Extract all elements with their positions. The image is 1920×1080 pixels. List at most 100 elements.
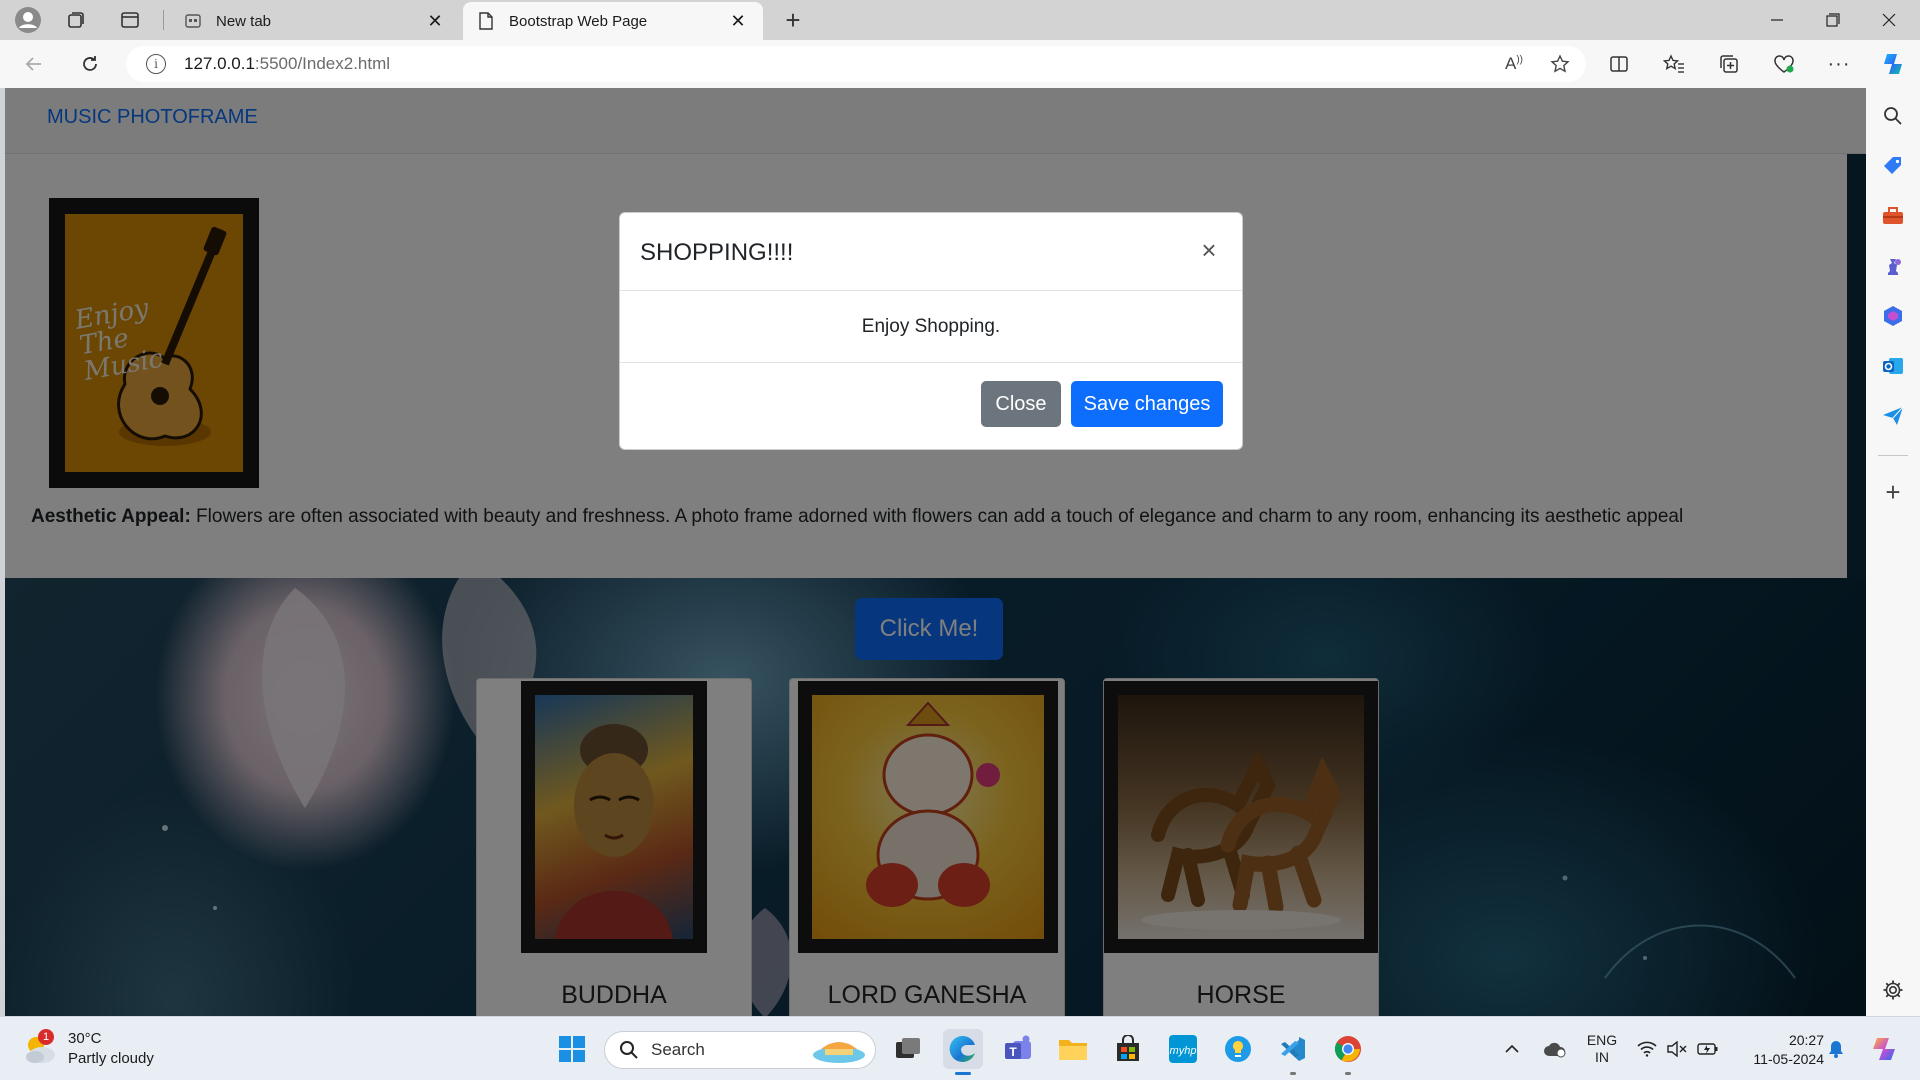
copilot-icon bbox=[1873, 1038, 1895, 1060]
task-view-button[interactable] bbox=[888, 1029, 928, 1069]
minimize-button[interactable] bbox=[1749, 0, 1805, 40]
sidebar-outlook-button[interactable] bbox=[1875, 348, 1911, 384]
tab-strip: New tab ✕ Bootstrap Web Page ✕ + bbox=[0, 0, 1920, 40]
svg-text:T: T bbox=[1009, 1045, 1017, 1059]
paper-plane-icon bbox=[1883, 406, 1904, 425]
site-info-icon[interactable]: i bbox=[146, 54, 166, 74]
copilot-button[interactable] bbox=[1874, 46, 1912, 82]
show-hidden-icons-button[interactable] bbox=[1500, 1017, 1524, 1080]
sidebar-m365-button[interactable] bbox=[1875, 298, 1911, 334]
profile-icon bbox=[15, 7, 41, 33]
collections-button[interactable] bbox=[1710, 46, 1748, 82]
close-tab-icon[interactable]: ✕ bbox=[727, 10, 749, 32]
sidebar-tools-button[interactable] bbox=[1875, 198, 1911, 234]
taskbar-store[interactable] bbox=[1108, 1029, 1148, 1069]
tab-bootstrap-web-page[interactable]: Bootstrap Web Page ✕ bbox=[463, 2, 763, 40]
modal-body-text: Enjoy Shopping. bbox=[861, 315, 1001, 337]
save-changes-button[interactable]: Save changes bbox=[1071, 381, 1223, 427]
tab-divider bbox=[163, 10, 164, 30]
plus-icon: + bbox=[785, 4, 801, 35]
modal-body: Enjoy Shopping. bbox=[620, 291, 1242, 363]
url-path: :5500/Index2.html bbox=[254, 54, 391, 73]
restore-button[interactable] bbox=[1805, 0, 1861, 40]
sidebar-shopping-button[interactable] bbox=[1875, 148, 1911, 184]
running-indicator bbox=[1345, 1072, 1351, 1075]
search-label: Search bbox=[651, 1040, 705, 1059]
minimize-icon bbox=[1771, 19, 1783, 21]
chevron-up-icon bbox=[1505, 1044, 1519, 1053]
tab-new-tab[interactable]: New tab ✕ bbox=[170, 2, 460, 40]
sidebar-search-button[interactable] bbox=[1875, 98, 1911, 134]
gear-icon bbox=[1883, 980, 1903, 1000]
favorites-icon bbox=[1663, 54, 1684, 73]
sidebar-games-button[interactable] bbox=[1875, 248, 1911, 284]
tips-icon bbox=[1225, 1036, 1251, 1062]
heart-pulse-icon bbox=[1774, 55, 1794, 73]
system-clock[interactable]: 20:27 11-05-2024 bbox=[1732, 1031, 1824, 1069]
store-icon bbox=[1117, 1035, 1139, 1061]
new-tab-page-icon bbox=[184, 12, 202, 30]
clock-time: 20:27 bbox=[1788, 1032, 1824, 1048]
close-tab-icon[interactable]: ✕ bbox=[424, 10, 446, 32]
plus-icon: + bbox=[1885, 476, 1901, 507]
close-window-button[interactable] bbox=[1861, 0, 1917, 40]
tab-title: New tab bbox=[216, 12, 272, 30]
taskbar-file-explorer[interactable] bbox=[1053, 1029, 1093, 1069]
myhp-icon: myhp bbox=[1169, 1035, 1197, 1063]
volume-status[interactable] bbox=[1664, 1017, 1690, 1080]
taskbar-tips[interactable] bbox=[1218, 1029, 1258, 1069]
workspaces-icon bbox=[68, 12, 84, 28]
browser-essentials-button[interactable] bbox=[1765, 46, 1803, 82]
new-tab-button[interactable]: + bbox=[776, 4, 810, 36]
modal-close-icon[interactable]: × bbox=[1194, 235, 1224, 265]
clock-date: 11-05-2024 bbox=[1753, 1051, 1824, 1067]
workspaces-button[interactable] bbox=[56, 4, 96, 36]
weather-text: 30°C Partly cloudy bbox=[68, 1029, 154, 1069]
cloud-sync-icon bbox=[1544, 1042, 1566, 1058]
copilot-taskbar-button[interactable] bbox=[1864, 1017, 1904, 1080]
toolbox-icon bbox=[1883, 207, 1903, 224]
wifi-status[interactable] bbox=[1634, 1017, 1660, 1080]
language-indicator[interactable]: ENG IN bbox=[1580, 1017, 1624, 1080]
sidebar-send-button[interactable] bbox=[1875, 398, 1911, 434]
search-icon bbox=[620, 1041, 638, 1059]
start-button[interactable] bbox=[552, 1029, 592, 1069]
taskbar-vscode[interactable] bbox=[1273, 1029, 1313, 1075]
profile-button[interactable] bbox=[8, 4, 48, 36]
taskbar-teams[interactable]: T bbox=[998, 1029, 1038, 1069]
taskbar-myhp[interactable]: myhp bbox=[1163, 1029, 1203, 1069]
notifications-button[interactable] bbox=[1824, 1017, 1848, 1080]
outlook-icon bbox=[1883, 358, 1903, 374]
settings-more-button[interactable]: ··· bbox=[1820, 46, 1858, 82]
taskbar-edge[interactable] bbox=[943, 1029, 983, 1075]
address-bar[interactable]: i 127.0.0.1:5500/Index2.html A)) bbox=[126, 46, 1586, 82]
star-icon bbox=[1550, 54, 1570, 73]
windows-logo-icon bbox=[559, 1036, 585, 1062]
document-icon bbox=[477, 12, 495, 30]
back-button[interactable] bbox=[16, 46, 52, 82]
taskbar-search[interactable]: Search bbox=[604, 1031, 876, 1069]
favorites-button[interactable] bbox=[1655, 46, 1693, 82]
sidebar-settings-button[interactable] bbox=[1875, 972, 1911, 1008]
running-indicator bbox=[1290, 1072, 1296, 1075]
weather-widget[interactable]: 1 30°C Partly cloudy bbox=[22, 1029, 154, 1069]
page-viewport: MUSIC PHOTOFRAME Enjoy The Music Aesthet… bbox=[5, 88, 1866, 1016]
onedrive-status[interactable] bbox=[1540, 1017, 1570, 1080]
vertical-tabs-button[interactable] bbox=[110, 4, 150, 36]
collections-icon bbox=[1720, 55, 1738, 73]
chess-piece-icon bbox=[1888, 259, 1901, 275]
toolbar: i 127.0.0.1:5500/Index2.html A)) ··· bbox=[0, 40, 1920, 88]
favorite-star-button[interactable] bbox=[1542, 46, 1578, 82]
sidebar-add-button[interactable]: + bbox=[1875, 474, 1911, 510]
close-button[interactable]: Close bbox=[981, 381, 1061, 427]
taskbar-chrome[interactable] bbox=[1328, 1029, 1368, 1075]
modal-header: SHOPPING!!!! × bbox=[620, 213, 1242, 291]
url-text: 127.0.0.1:5500/Index2.html bbox=[184, 54, 390, 74]
vscode-icon bbox=[1281, 1037, 1305, 1061]
refresh-button[interactable] bbox=[72, 46, 108, 82]
split-screen-button[interactable] bbox=[1600, 46, 1638, 82]
weather-condition: Partly cloudy bbox=[68, 1050, 154, 1067]
read-aloud-button[interactable]: A)) bbox=[1496, 46, 1532, 82]
battery-status[interactable] bbox=[1694, 1017, 1722, 1080]
modal-footer: Close Save changes bbox=[620, 363, 1242, 451]
